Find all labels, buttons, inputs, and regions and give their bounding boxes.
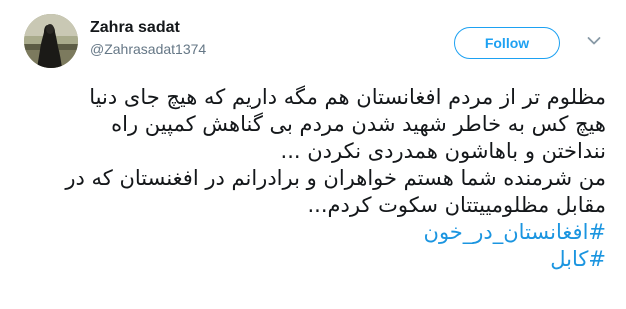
tweet-line: ننداختن و باهاشون همدردی نکردن ...	[280, 139, 606, 163]
tweet-line: مقابل مظلومییتتان سکوت کردم...	[307, 193, 606, 217]
tweet-text: مظلوم تر از مردم افغانستان هم مگه داریم …	[22, 84, 606, 273]
hashtag-link[interactable]: #افغانستان_در_خون	[22, 219, 606, 246]
chevron-down-icon[interactable]	[587, 36, 601, 46]
tweet-line: مظلوم تر از مردم افغانستان هم مگه داریم …	[89, 85, 606, 109]
follow-button[interactable]: Follow	[454, 27, 560, 59]
hashtag-link[interactable]: #کابل	[22, 246, 606, 273]
screen-name[interactable]: @Zahrasadat1374	[90, 41, 206, 57]
display-name[interactable]: Zahra sadat	[90, 19, 180, 37]
tweet-card: Zahra sadat @Zahrasadat1374 Follow مظلوم…	[0, 0, 626, 309]
avatar[interactable]	[24, 14, 78, 68]
tweet-line: من شرمنده شما هستم خواهران و برادرانم در…	[65, 166, 606, 190]
tweet-line: هیچ کس به خاطر شهید شدن مردم بی گناهش کم…	[111, 112, 606, 136]
profile-photo-silhouette	[24, 14, 78, 68]
